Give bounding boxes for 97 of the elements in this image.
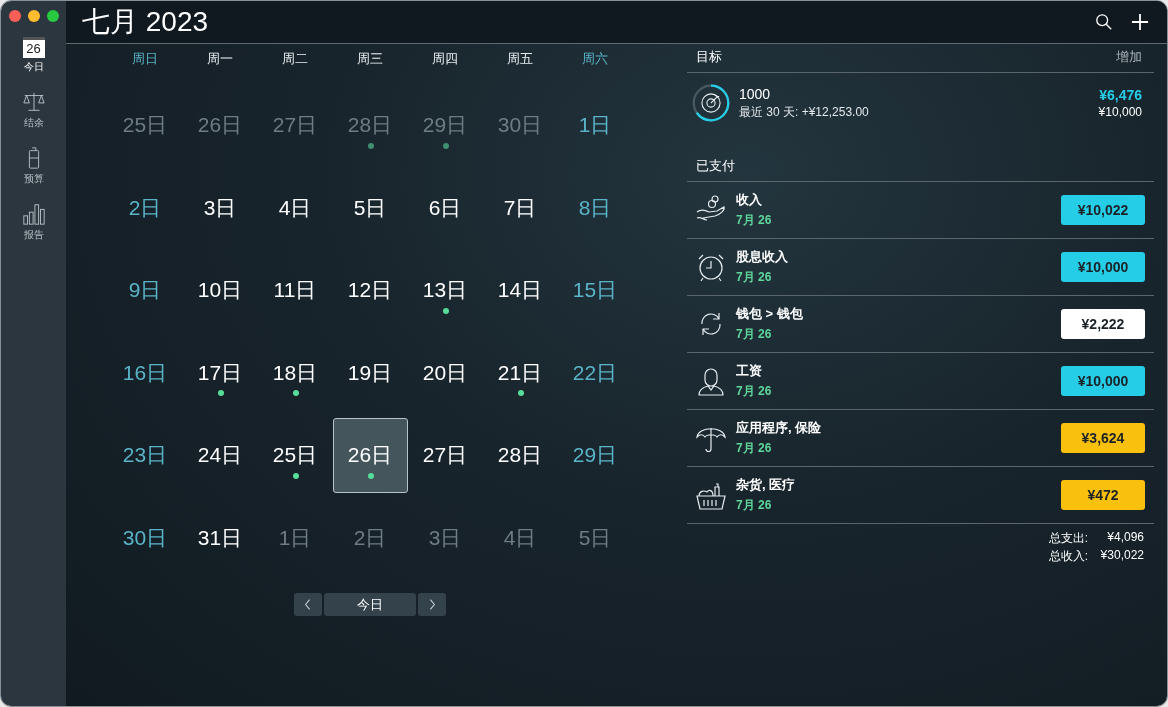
window-title: 七月 2023: [82, 5, 210, 39]
sidebar-item[interactable]: 结余: [21, 90, 46, 130]
calendar-day[interactable]: 20日: [407, 335, 483, 411]
transaction-date: 7月 26: [736, 212, 773, 229]
calendar-day[interactable]: 12日: [332, 252, 408, 328]
goal-name: 1000: [739, 85, 772, 102]
calendar-day[interactable]: 25日: [257, 417, 333, 493]
transaction-name: 应用程序, 保险: [736, 419, 823, 437]
total-value: ¥30,022: [1099, 548, 1144, 564]
calendar-day[interactable]: 26日: [332, 417, 408, 493]
calendar-icon: 26: [22, 37, 45, 58]
weekday-label: 周四: [431, 50, 459, 68]
add-link[interactable]: 增加: [1116, 48, 1142, 66]
calendar-day[interactable]: 5日: [557, 500, 633, 576]
total-value: ¥4,096: [1106, 530, 1144, 546]
calendar-day[interactable]: 1日: [257, 500, 333, 576]
zoom-button[interactable]: [47, 10, 59, 22]
goal-progress-ring: [691, 83, 731, 123]
calendar-day[interactable]: 8日: [557, 170, 633, 246]
goal-saved: ¥6,476: [1099, 87, 1142, 103]
weekday-label: 周三: [356, 50, 384, 68]
transaction-name: 收入: [736, 191, 763, 209]
calendar-day[interactable]: 17日: [182, 335, 258, 411]
calendar-day[interactable]: 14日: [482, 252, 558, 328]
calendar-day[interactable]: 4日: [482, 500, 558, 576]
calendar-day[interactable]: 26日: [182, 87, 258, 163]
calendar-day[interactable]: 9日: [107, 252, 183, 328]
amount-badge: ¥10,000: [1061, 366, 1145, 396]
sidebar-item[interactable]: 预算: [21, 146, 46, 186]
amount-badge: ¥472: [1061, 480, 1145, 510]
calendar-day[interactable]: 25日: [107, 87, 183, 163]
transaction-date: 7月 26: [736, 326, 773, 343]
total-label: 总支出:: [1048, 530, 1088, 547]
transaction-name: 工资: [736, 362, 763, 380]
transaction-date: 7月 26: [736, 269, 773, 286]
calendar-day[interactable]: 3日: [182, 170, 258, 246]
goal-target: ¥10,000: [1098, 105, 1142, 119]
calendar-day[interactable]: 22日: [557, 335, 633, 411]
sidebar-item[interactable]: 报告: [21, 202, 46, 242]
scale-icon: [21, 90, 46, 114]
calendar-day[interactable]: 18日: [257, 335, 333, 411]
calendar-day[interactable]: 13日: [407, 252, 483, 328]
transaction-name: 钱包 > 钱包: [736, 305, 804, 323]
transaction-name: 杂货, 医疗: [736, 476, 797, 494]
calendar-day[interactable]: 30日: [107, 500, 183, 576]
calendar-day[interactable]: 28日: [482, 417, 558, 493]
calendar-day[interactable]: 6日: [407, 170, 483, 246]
sidebar-item[interactable]: 26 今日: [22, 37, 45, 74]
today-button[interactable]: 今日: [324, 593, 416, 616]
close-button[interactable]: [9, 10, 21, 22]
calendar-day[interactable]: 2日: [332, 500, 408, 576]
calendar-day[interactable]: 21日: [482, 335, 558, 411]
section-title: 目标: [696, 48, 722, 66]
calendar-day[interactable]: 29日: [407, 87, 483, 163]
calendar-day[interactable]: 4日: [257, 170, 333, 246]
bar-chart-icon: [21, 202, 46, 226]
weekday-label: 周日: [131, 50, 159, 68]
goal-subtitle: 最近 30 天: +¥12,253.00: [739, 103, 870, 121]
calendar-day[interactable]: 29日: [557, 417, 633, 493]
calendar-day[interactable]: 7日: [482, 170, 558, 246]
weekday-label: 周六: [581, 50, 609, 68]
calendar-day[interactable]: 10日: [182, 252, 258, 328]
chevron-left-icon: [304, 598, 312, 611]
calendar-day[interactable]: 16日: [107, 335, 183, 411]
amount-badge: ¥3,624: [1061, 423, 1145, 453]
weekday-label: 周二: [281, 50, 309, 68]
previous-button[interactable]: [294, 593, 322, 616]
calendar-day[interactable]: 23日: [107, 417, 183, 493]
calendar-day[interactable]: 11日: [257, 252, 333, 328]
calendar-day[interactable]: 27日: [407, 417, 483, 493]
amount-badge: ¥10,022: [1061, 195, 1145, 225]
add-icon[interactable]: [1131, 13, 1149, 31]
calendar-day[interactable]: 24日: [182, 417, 258, 493]
calendar-day[interactable]: 5日: [332, 170, 408, 246]
search-icon[interactable]: [1095, 13, 1113, 31]
calendar-day[interactable]: 31日: [182, 500, 258, 576]
amount-badge: ¥10,000: [1061, 252, 1145, 282]
calendar-day[interactable]: 3日: [407, 500, 483, 576]
calendar-day[interactable]: 28日: [332, 87, 408, 163]
amount-badge: ¥2,222: [1061, 309, 1145, 339]
transaction-date: 7月 26: [736, 440, 773, 457]
weekday-label: 周一: [206, 50, 234, 68]
calendar-day[interactable]: 2日: [107, 170, 183, 246]
chevron-right-icon: [428, 598, 436, 611]
total-label: 总收入:: [1048, 548, 1088, 565]
calendar-day[interactable]: 19日: [332, 335, 408, 411]
calendar-day[interactable]: 1日: [557, 87, 633, 163]
next-button[interactable]: [418, 593, 446, 616]
person-icon: [695, 365, 727, 397]
calendar-day[interactable]: 27日: [257, 87, 333, 163]
section-title: 已支付: [696, 157, 735, 175]
transaction-date: 7月 26: [736, 383, 773, 400]
transaction-name: 股息收入: [736, 248, 789, 266]
weekday-label: 周五: [506, 50, 534, 68]
calendar-day[interactable]: 15日: [557, 252, 633, 328]
minimize-button[interactable]: [28, 10, 40, 22]
transaction-date: 7月 26: [736, 497, 773, 514]
